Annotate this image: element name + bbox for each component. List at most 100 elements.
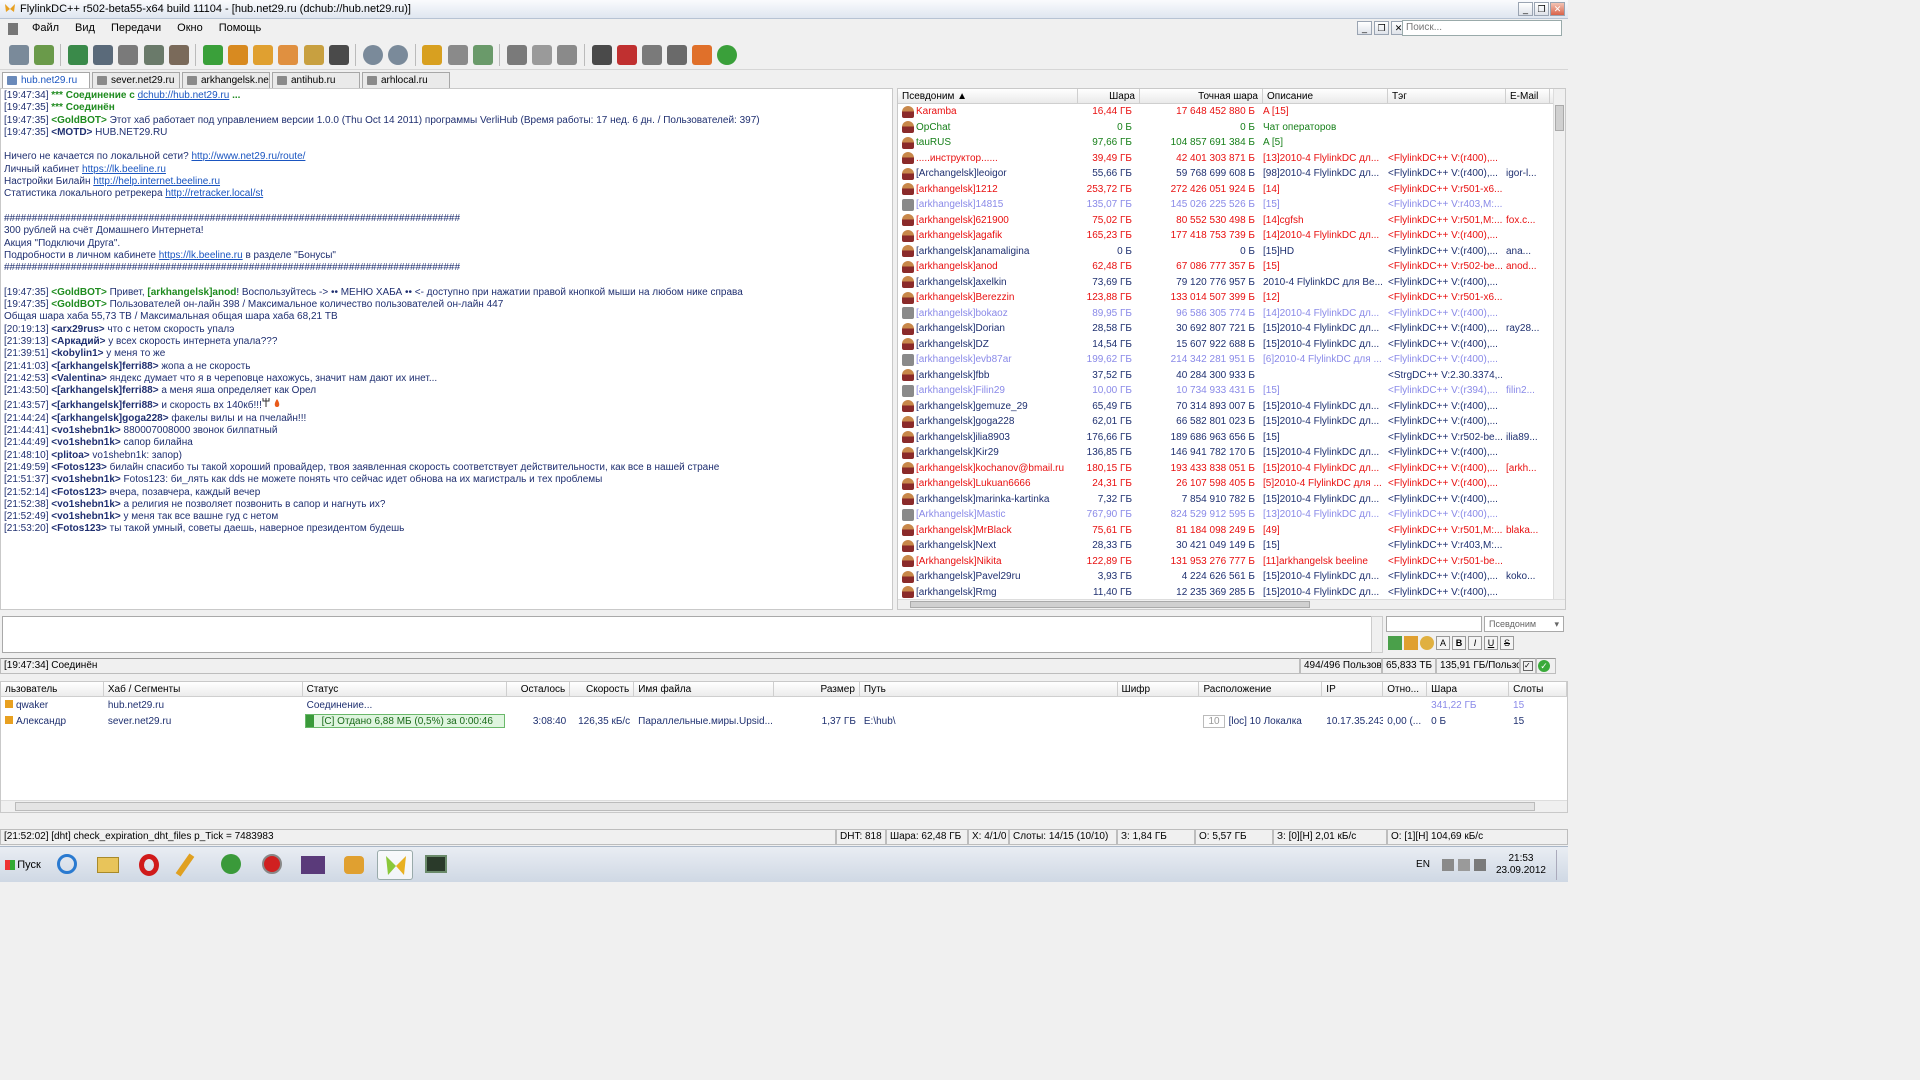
tile-icon[interactable] [667, 44, 688, 65]
menu-help[interactable]: Помощь [211, 19, 270, 38]
bold-button[interactable]: B [1452, 636, 1466, 650]
hub-list-icon[interactable] [143, 44, 164, 65]
status-checkbox[interactable]: ✓ [1520, 658, 1536, 674]
mdi-minimize-button[interactable]: _ [1357, 21, 1372, 35]
download-queue-icon[interactable] [202, 44, 223, 65]
start-button[interactable]: Пуск [2, 850, 44, 880]
user-row[interactable]: [arkhangelsk]Dorian 28,58 ГБ 30 692 807 72… [898, 321, 1565, 337]
col-ip[interactable]: IP [1322, 682, 1384, 696]
terminal-icon[interactable] [418, 850, 454, 880]
network-stats-icon[interactable] [557, 44, 578, 65]
finished-uploads-icon[interactable] [278, 44, 299, 65]
menu-file[interactable]: Файл [24, 19, 67, 38]
chat-nick[interactable]: <arx29rus> [51, 324, 104, 335]
underline-button[interactable]: U [1484, 636, 1498, 650]
user-row[interactable]: Karamba 16,44 ГБ 17 648 452 880 Б A [15] [898, 104, 1565, 120]
chat-nick[interactable]: <GoldBOT> [51, 287, 107, 298]
rss-icon[interactable] [692, 44, 713, 65]
user-list-hscrollbar[interactable] [898, 599, 1565, 609]
menu-window[interactable]: Окно [169, 19, 211, 38]
col-cipher[interactable]: Шифр [1118, 682, 1200, 696]
chat-nick[interactable]: <[arkhangelsk]ferri88> [51, 361, 158, 372]
chat-nick[interactable]: <GoldBOT> [51, 115, 107, 126]
keyboard-icon[interactable] [506, 44, 527, 65]
user-row[interactable]: [arkhangelsk]Rmg 11,40 ГБ 12 235 369 285 Б… [898, 585, 1565, 601]
chat-nick[interactable]: [arkhangelsk]anod [147, 287, 236, 298]
font-icon[interactable]: A [1436, 636, 1450, 650]
user-row[interactable]: [Arkhangelsk]Nikita 122,89 ГБ 131 953 276 … [898, 554, 1565, 570]
user-row[interactable]: [arkhangelsk]gemuze_29 65,49 ГБ 70 314 893… [898, 399, 1565, 415]
tray-volume-icon[interactable] [1473, 858, 1486, 871]
chat-nick[interactable]: <Valentina> [51, 373, 107, 384]
tab-sever-net29[interactable]: sever.net29.ru [92, 72, 180, 88]
settings-icon[interactable] [591, 44, 612, 65]
tab-hub-net29[interactable]: hub.net29.ru [2, 72, 90, 88]
col-time-left[interactable]: Осталось [507, 682, 571, 696]
col-slots[interactable]: Слоты [1509, 682, 1567, 696]
smileys-icon[interactable] [1404, 636, 1418, 650]
col-description[interactable]: Описание [1263, 89, 1388, 103]
user-row[interactable]: [arkhangelsk]marinka-kartinka 7,32 ГБ 7 85… [898, 492, 1565, 508]
tray-network-icon[interactable] [1457, 858, 1470, 871]
user-row[interactable]: [arkhangelsk]kochanov@bmail.ru 180,15 ГБ 1… [898, 461, 1565, 477]
col-location[interactable]: Расположение [1199, 682, 1323, 696]
record-icon[interactable] [254, 850, 290, 880]
chat-nick[interactable]: <[arkhangelsk]ferri88> [51, 385, 158, 396]
user-row[interactable]: [arkhangelsk]bokaoz 89,95 ГБ 96 586 305 77… [898, 306, 1565, 322]
input-scrollbar[interactable] [1371, 616, 1383, 653]
users-icon[interactable] [168, 44, 189, 65]
menu-transfers[interactable]: Передачи [103, 19, 169, 38]
menu-view[interactable]: Вид [67, 19, 103, 38]
chat-nick[interactable]: <GoldBOT> [51, 299, 107, 310]
chat-log[interactable]: [19:47:34] *** Соединение с dchub://hub.… [0, 88, 893, 610]
user-list-vscrollbar[interactable] [1553, 89, 1565, 601]
search-icon[interactable] [363, 44, 384, 65]
strike-button[interactable]: S [1500, 636, 1514, 650]
tray-arrow-icon[interactable] [1441, 858, 1454, 871]
user-row[interactable]: [arkhangelsk]Berezzin 123,88 ГБ 133 014 50… [898, 290, 1565, 306]
chat-nick[interactable]: <vo1shebn1k> [51, 425, 120, 436]
italic-button[interactable]: I [1468, 636, 1482, 650]
col-ratio[interactable]: Отно... [1383, 682, 1428, 696]
chat-nick[interactable]: <Аркадий> [51, 336, 105, 347]
tab-antihub[interactable]: antihub.ru [272, 72, 360, 88]
away-mode-icon[interactable] [616, 44, 637, 65]
user-row[interactable]: [arkhangelsk]ilia8903 176,66 ГБ 189 686 96… [898, 430, 1565, 446]
chat-link[interactable]: http://www.net29.ru/route/ [191, 151, 305, 162]
user-row[interactable]: [arkhangelsk]anamaligina 0 Б 0 Б [15]HD <Fly… [898, 244, 1565, 260]
flylink-taskbar-icon[interactable] [376, 849, 413, 880]
user-row[interactable]: [arkhangelsk]goga228 62,01 ГБ 66 582 801 0… [898, 414, 1565, 430]
video-editor-icon[interactable] [295, 850, 331, 880]
mdi-doc-icon[interactable] [8, 22, 18, 35]
hscroll-thumb[interactable] [910, 601, 1310, 608]
show-desktop-button[interactable] [1556, 849, 1568, 880]
language-indicator[interactable]: EN [1416, 859, 1430, 870]
upload-queue-icon[interactable] [253, 44, 274, 65]
tab-arkhangelsk-net29[interactable]: arkhangelsk.net29.r [182, 72, 270, 88]
refresh-share-icon[interactable] [472, 44, 493, 65]
chat-link[interactable]: http://retracker.local/st [165, 188, 263, 199]
search-spy-icon[interactable] [328, 44, 349, 65]
user-row[interactable]: [arkhangelsk]Filin29 10,00 ГБ 10 734 933 4… [898, 383, 1565, 399]
user-row[interactable]: [arkhangelsk]Kir29 136,85 ГБ 146 941 782 1… [898, 445, 1565, 461]
user-row[interactable]: [arkhangelsk]Lukuan6666 24,31 ГБ 26 107 59… [898, 476, 1565, 492]
user-row[interactable]: [arkhangelsk]14815 135,07 ГБ 145 026 225 5… [898, 197, 1565, 213]
transfer-row[interactable]: Александр sever.net29.ru [С] Отдано 6,88 М… [1, 713, 1567, 729]
public-hubs-icon[interactable] [8, 44, 29, 65]
user-row[interactable]: [arkhangelsk]agafik 165,23 ГБ 177 418 753 … [898, 228, 1565, 244]
cascade-icon[interactable] [641, 44, 662, 65]
network-tool-icon[interactable] [336, 850, 372, 880]
user-row[interactable]: .....инструктор...... 39,49 ГБ 42 401 303 … [898, 151, 1565, 167]
pen-tool-icon[interactable] [172, 850, 208, 880]
limiter-icon[interactable] [717, 44, 738, 65]
user-row[interactable]: [arkhangelsk]evb87ar 199,62 ГБ 214 342 281… [898, 352, 1565, 368]
user-row[interactable]: [arkhangelsk]Pavel29ru 3,93 ГБ 4 224 626 5… [898, 569, 1565, 585]
col-path[interactable]: Путь [860, 682, 1118, 696]
emoticon-icon[interactable] [1420, 636, 1434, 650]
col-share[interactable]: Шара [1427, 682, 1510, 696]
col-share[interactable]: Шара [1078, 89, 1140, 103]
chat-nick[interactable]: <Fotos123> [51, 462, 107, 473]
col-size[interactable]: Размер [774, 682, 860, 696]
search-input[interactable]: Поиск... [1402, 20, 1562, 36]
chat-link[interactable]: http://help.internet.beeline.ru [93, 176, 220, 187]
